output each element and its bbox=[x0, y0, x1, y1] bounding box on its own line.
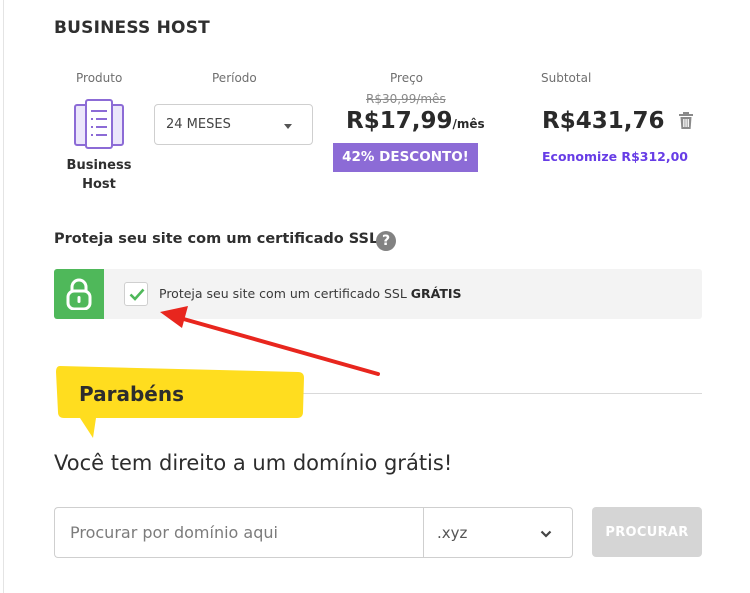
chevron-down-icon bbox=[540, 530, 552, 538]
domain-offer-heading: Você tem direito a um domínio grátis! bbox=[54, 451, 453, 475]
tld-select[interactable]: .xyz bbox=[423, 507, 573, 558]
promo-tag-label: Parabéns bbox=[79, 382, 184, 406]
annotation-arrow bbox=[160, 306, 380, 376]
section-divider bbox=[300, 393, 702, 394]
search-button[interactable]: PROCURAR bbox=[592, 507, 702, 557]
tld-select-value: .xyz bbox=[437, 524, 468, 542]
domain-search-input[interactable] bbox=[54, 507, 423, 558]
